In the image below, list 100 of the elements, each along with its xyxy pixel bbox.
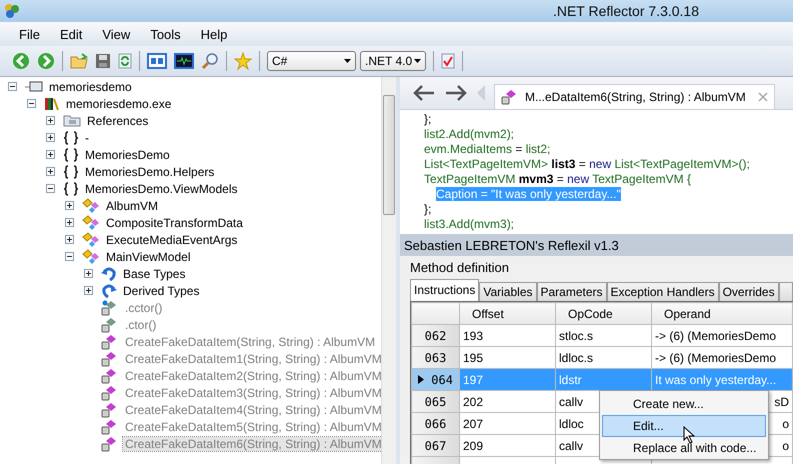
tab[interactable]: Variables [479, 282, 536, 301]
table-cell: 197 [460, 368, 556, 390]
tree-item[interactable]: CreateFakeDataItem5(String, String) : AlbumVM [123, 420, 381, 434]
menu-item[interactable]: Help [192, 24, 236, 44]
tab[interactable] [778, 282, 793, 301]
collapse-icon[interactable] [8, 82, 17, 91]
document-check-icon[interactable] [441, 53, 455, 69]
code-line: }; [424, 112, 432, 127]
table-cell: It was only yesterday... [652, 368, 792, 390]
framework-dropdown[interactable]: .NET 4.0 [360, 51, 426, 71]
expand-icon[interactable] [65, 201, 74, 210]
tree-item[interactable]: ExecuteMediaEventArgs [104, 232, 240, 246]
forward-icon[interactable] [37, 52, 55, 70]
code-line: list2.Add(mvm2); [424, 127, 514, 142]
gears-icon [4, 3, 20, 19]
folder-icon[interactable] [70, 53, 88, 69]
tree-item[interactable]: References [85, 114, 150, 128]
back-arrow-icon[interactable] [412, 84, 436, 102]
back-icon[interactable] [12, 52, 30, 70]
tree-item[interactable]: CreateFakeDataItem4(String, String) : AlbumVM [123, 402, 381, 416]
row-pointer-icon [418, 374, 424, 384]
class-icon [82, 248, 100, 264]
tree-item[interactable]: memoriesdemo.exe [64, 96, 174, 110]
tree-item[interactable]: AlbumVM [104, 198, 160, 212]
tab[interactable]: Overrides [718, 282, 779, 301]
tab-title: M...eDataItem6(String, String) : AlbumVM [525, 90, 746, 104]
menu-item[interactable]: Edit... [602, 415, 766, 437]
code-line: evm.MediaItems = list2; [424, 142, 550, 157]
code-line: TextPageItemVM mvm3 = new TextPageItemVM { [424, 172, 691, 187]
class-icon [82, 198, 100, 214]
collapse-icon[interactable] [65, 252, 74, 261]
tree-item[interactable]: MemoriesDemo.Helpers [83, 164, 216, 178]
expand-icon[interactable] [46, 167, 55, 176]
tree-item[interactable]: - [83, 130, 91, 144]
column-header[interactable]: Offset [460, 302, 556, 324]
expand-icon[interactable] [84, 286, 93, 295]
books-icon [44, 96, 60, 110]
tree-item[interactable]: MemoriesDemo.ViewModels [83, 182, 240, 196]
braces-icon [63, 148, 79, 162]
expand-icon[interactable] [84, 269, 93, 278]
row-header[interactable]: 065 [412, 390, 460, 412]
module-icon [25, 80, 43, 92]
corner-cell [412, 302, 460, 324]
tab[interactable]: Instructions [410, 279, 480, 301]
tree-item[interactable]: .ctor() [123, 318, 158, 332]
tab[interactable]: Exception Handlers [606, 282, 719, 301]
menu-item[interactable]: Edit [50, 24, 92, 44]
table-cell: 193 [460, 324, 556, 346]
tree-item[interactable]: MainViewModel [104, 250, 192, 264]
braces-icon [63, 164, 79, 178]
table-cell: ldstr [556, 368, 652, 390]
tree-item[interactable]: Base Types [121, 266, 188, 280]
tree-item[interactable]: Derived Types [121, 284, 202, 298]
expand-icon[interactable] [65, 218, 74, 227]
save-icon[interactable] [95, 53, 111, 69]
search-icon[interactable] [201, 52, 219, 70]
menu-item[interactable]: File [10, 24, 49, 44]
language-dropdown[interactable]: C# [267, 51, 356, 71]
menu-item[interactable]: Tools [141, 24, 190, 44]
window-title: .NET Reflector 7.3.0.18 [552, 3, 699, 19]
tree-item[interactable]: CompositeTransformData [104, 216, 245, 230]
tab[interactable]: Parameters [536, 282, 607, 301]
class-icon [82, 232, 100, 248]
mouse-pointer-icon [683, 426, 695, 444]
table-cell: -> (6) (MemoriesDemo [652, 324, 792, 346]
monitor-icon[interactable] [174, 53, 194, 69]
braces-icon [63, 130, 79, 144]
text-box-icon[interactable] [147, 53, 167, 69]
class-icon [82, 214, 100, 230]
tree-item[interactable]: CreateFakeDataItem2(String, String) : AlbumVM [123, 368, 381, 382]
tree-item[interactable]: CreateFakeDataItem3(String, String) : AlbumVM [123, 386, 381, 400]
expand-icon[interactable] [46, 150, 55, 159]
code-line: List<TextPageItemVM> list3 = new List<TextPageItemVM>(); [424, 157, 750, 172]
column-header[interactable]: Operand [652, 302, 792, 324]
row-header[interactable]: 063 [412, 346, 460, 368]
tree-item[interactable]: MemoriesDemo [83, 148, 172, 162]
curved-arrow-icon [101, 284, 117, 298]
tree-item[interactable]: CreateFakeDataItem1(String, String) : AlbumVM [123, 352, 381, 366]
tree-item[interactable]: memoriesdemo [47, 80, 134, 94]
expand-icon[interactable] [46, 133, 55, 142]
star-icon[interactable] [234, 52, 252, 70]
code-line: }; [424, 202, 432, 217]
row-header[interactable]: 066 [412, 412, 460, 434]
row-header[interactable]: 067 [412, 434, 460, 456]
scrollbar[interactable] [381, 77, 396, 464]
curved-arrow-icon [101, 266, 117, 280]
caret-icon [344, 59, 351, 63]
row-header[interactable]: 062 [412, 324, 460, 346]
collapse-icon[interactable] [27, 99, 36, 108]
column-header[interactable]: OpCode [556, 302, 652, 324]
menu-item[interactable]: View [93, 24, 140, 44]
expand-icon[interactable] [65, 235, 74, 244]
document-tab[interactable]: M...eDataItem6(String, String) : AlbumVM [494, 84, 775, 109]
row-header[interactable]: 064 [412, 368, 460, 390]
tree-item[interactable]: .cctor() [123, 300, 164, 314]
collapse-icon[interactable] [46, 184, 55, 193]
refresh-icon[interactable] [118, 53, 132, 69]
forward-arrow-icon[interactable] [444, 84, 468, 102]
expand-icon[interactable] [46, 116, 55, 125]
tree-item[interactable]: CreateFakeDataItem(String, String) : AlbumVM [123, 334, 378, 348]
